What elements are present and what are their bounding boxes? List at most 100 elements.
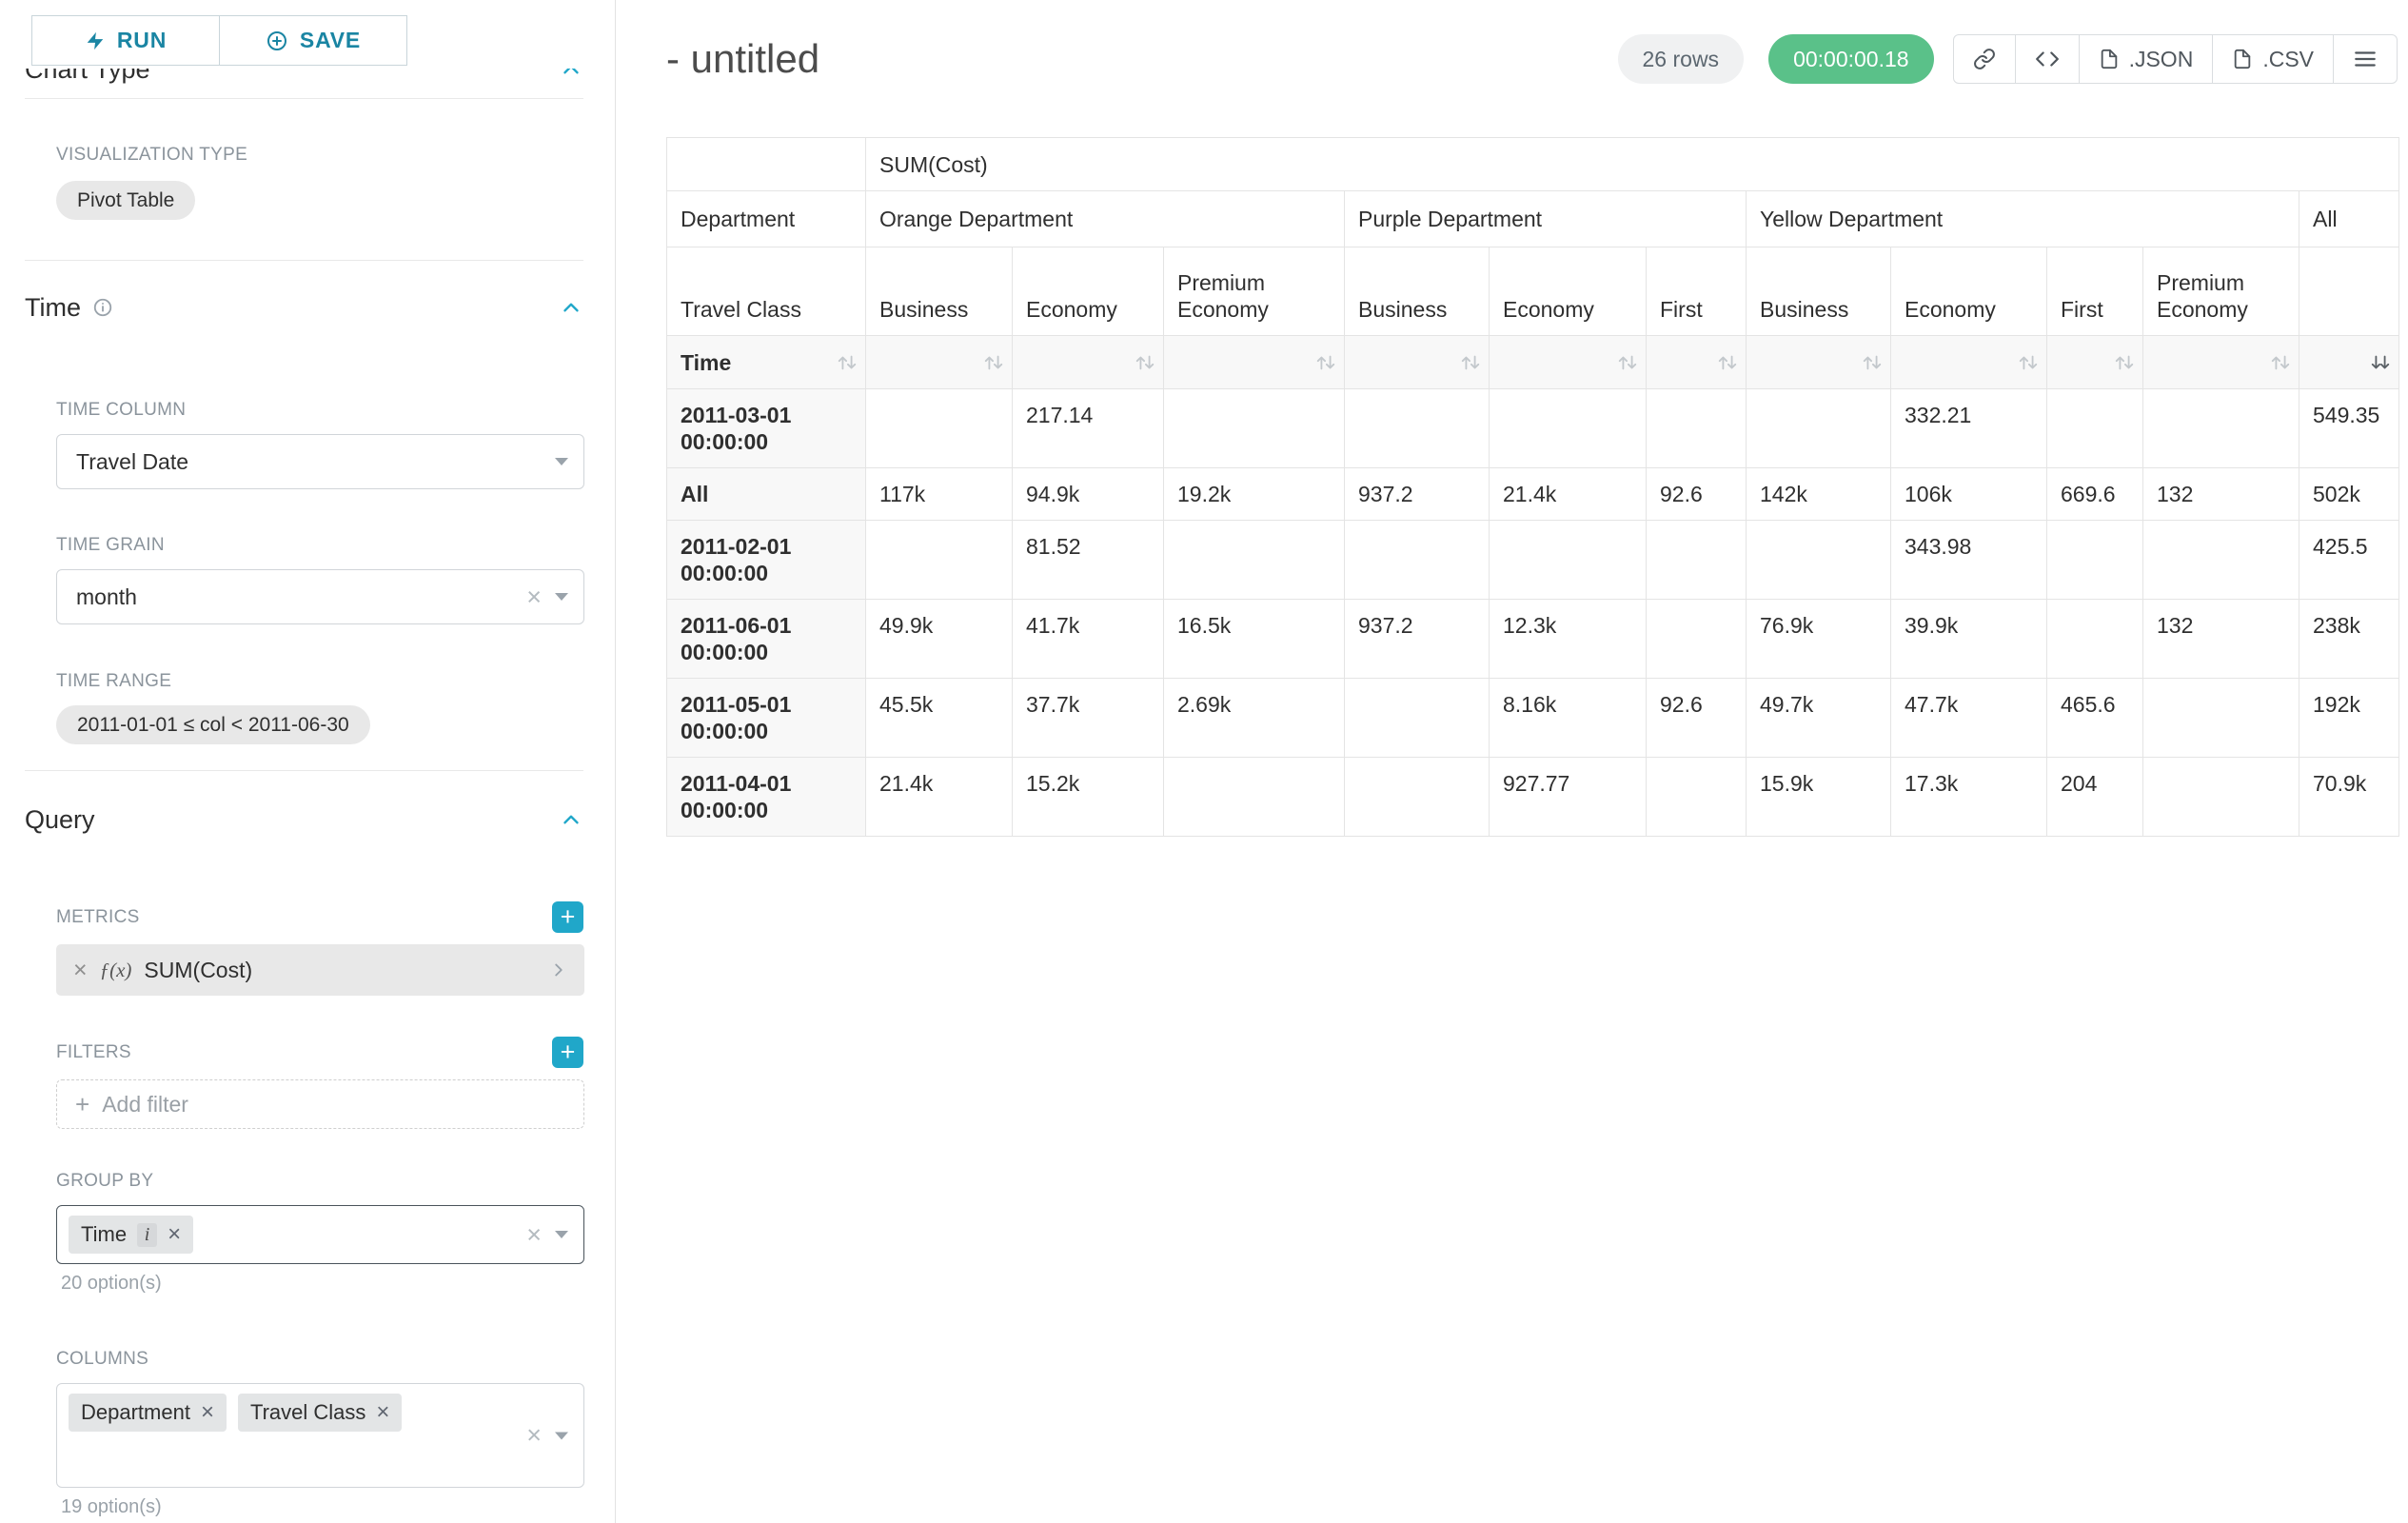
pivot-sort-cell (1647, 336, 1747, 389)
query-section-title: Query (25, 803, 95, 836)
remove-tag-icon[interactable]: × (376, 1401, 389, 1424)
run-button[interactable]: RUN (31, 15, 220, 66)
pivot-group-header: All (2299, 191, 2399, 247)
pivot-data-row: 2011-06-01 00:00:0049.9k41.7k16.5k937.21… (667, 600, 2399, 679)
pivot-group-header: Purple Department (1345, 191, 1747, 247)
sort-icon[interactable] (1617, 352, 1638, 373)
clear-icon[interactable]: × (526, 584, 542, 610)
column-info-icon[interactable]: i (137, 1223, 157, 1247)
pivot-value-cell (1164, 389, 1345, 468)
pivot-value-cell (1647, 758, 1747, 837)
add-metric-button[interactable]: + (552, 901, 583, 933)
embed-code-button[interactable] (2015, 34, 2080, 84)
pivot-value-cell: 465.6 (2047, 679, 2143, 758)
pivot-value-cell: 217.14 (1013, 389, 1164, 468)
pivot-class-header: Economy (1013, 247, 1164, 336)
chart-toolbar: 26 rows 00:00:00.18 (1618, 34, 2398, 84)
pivot-value-cell: 549.35 (2299, 389, 2399, 468)
row-dimension-label: Time (681, 350, 731, 375)
pivot-value-cell: 81.52 (1013, 521, 1164, 600)
pivot-sort-cell (2299, 336, 2399, 389)
pivot-col-dimension-label: Department (667, 191, 866, 247)
tag-label: Time (81, 1222, 127, 1247)
pivot-class-header: Business (1747, 247, 1891, 336)
chart-title[interactable]: - untitled (666, 35, 819, 83)
sort-icon-active[interactable] (2370, 352, 2391, 373)
time-grain-select[interactable]: month × (56, 569, 584, 624)
caret-down-icon (555, 1231, 568, 1238)
selected-option-tag[interactable]: Travel Class× (238, 1394, 402, 1432)
add-filter-plus-button[interactable]: + (552, 1037, 583, 1068)
plus-icon: + (75, 1092, 89, 1117)
export-csv-button[interactable]: .CSV (2212, 34, 2334, 84)
pivot-value-cell: 142k (1747, 468, 1891, 521)
add-filter-button[interactable]: + Add filter (56, 1079, 584, 1129)
pivot-class-header: First (1647, 247, 1747, 336)
sort-icon[interactable] (1460, 352, 1481, 373)
copy-link-button[interactable] (1953, 34, 2016, 84)
pivot-sort-cell (866, 336, 1013, 389)
sort-icon[interactable] (2270, 352, 2291, 373)
sort-icon[interactable] (2114, 352, 2135, 373)
sort-icon[interactable] (1315, 352, 1336, 373)
selected-option-tag[interactable]: Timei × (69, 1216, 193, 1254)
add-filter-label: Add filter (102, 1092, 188, 1118)
pivot-value-cell: 2.69k (1164, 679, 1345, 758)
run-button-label: RUN (117, 28, 167, 53)
sort-icon[interactable] (1717, 352, 1738, 373)
pivot-value-cell (1345, 758, 1490, 837)
selected-option-tag[interactable]: Department× (69, 1394, 227, 1432)
sort-icon[interactable] (2018, 352, 2039, 373)
pivot-sort-cell (1164, 336, 1345, 389)
pivot-class-header: Premium Economy (1164, 247, 1345, 336)
pivot-value-cell: 937.2 (1345, 600, 1490, 679)
divider (25, 260, 583, 261)
time-range-value[interactable]: 2011-01-01 ≤ col < 2011-06-30 (56, 705, 370, 744)
pivot-value-cell: 106k (1891, 468, 2047, 521)
chevron-up-icon[interactable] (559, 807, 583, 832)
pivot-value-cell: 425.5 (2299, 521, 2399, 600)
pivot-value-cell: 502k (2299, 468, 2399, 521)
pivot-value-cell (1345, 679, 1490, 758)
chart-panel: - untitled 26 rows 00:00:00.18 (617, 0, 2408, 1523)
group-by-select[interactable]: Timei × × (56, 1205, 584, 1264)
time-column-select[interactable]: Travel Date (56, 434, 584, 489)
pivot-value-cell: 49.7k (1747, 679, 1891, 758)
pivot-value-cell: 94.9k (1013, 468, 1164, 521)
remove-tag-icon[interactable]: × (201, 1401, 214, 1424)
info-icon (92, 297, 113, 318)
sort-icon[interactable] (1135, 352, 1155, 373)
sort-icon[interactable] (837, 352, 858, 373)
clear-icon[interactable]: × (526, 1423, 542, 1449)
menu-button[interactable] (2333, 34, 2398, 84)
pivot-value-cell (866, 521, 1013, 600)
remove-tag-icon[interactable]: × (168, 1223, 181, 1246)
chevron-up-icon[interactable] (559, 295, 583, 320)
pivot-value-cell: 49.9k (866, 600, 1013, 679)
pivot-value-cell: 132 (2143, 468, 2299, 521)
pivot-value-cell: 92.6 (1647, 679, 1747, 758)
pivot-class-header: Economy (1891, 247, 2047, 336)
visualization-type-value[interactable]: Pivot Table (56, 181, 195, 220)
pivot-value-cell: 21.4k (1490, 468, 1647, 521)
remove-metric-icon[interactable]: × (73, 957, 88, 984)
chevron-right-icon[interactable] (548, 959, 569, 980)
export-json-button[interactable]: .JSON (2079, 34, 2214, 84)
divider (25, 770, 583, 771)
pivot-value-cell: 17.3k (1891, 758, 2047, 837)
sort-icon[interactable] (983, 352, 1004, 373)
pivot-value-cell (1490, 521, 1647, 600)
section-time: Time (25, 291, 583, 324)
metric-option[interactable]: × ƒ(x) SUM(Cost) (56, 944, 584, 996)
sort-icon[interactable] (1862, 352, 1883, 373)
section-query: Query (25, 803, 583, 836)
columns-select[interactable]: Department× Travel Class× × (56, 1383, 584, 1488)
save-button-label: SAVE (300, 28, 361, 53)
save-button[interactable]: SAVE (219, 15, 407, 66)
pivot-value-cell: 927.77 (1490, 758, 1647, 837)
time-grain-label: TIME GRAIN (56, 535, 583, 556)
export-csv-label: .CSV (2262, 47, 2314, 72)
pivot-sort-cell: Time (667, 336, 866, 389)
group-by-label: GROUP BY (56, 1171, 583, 1192)
clear-icon[interactable]: × (526, 1222, 542, 1248)
